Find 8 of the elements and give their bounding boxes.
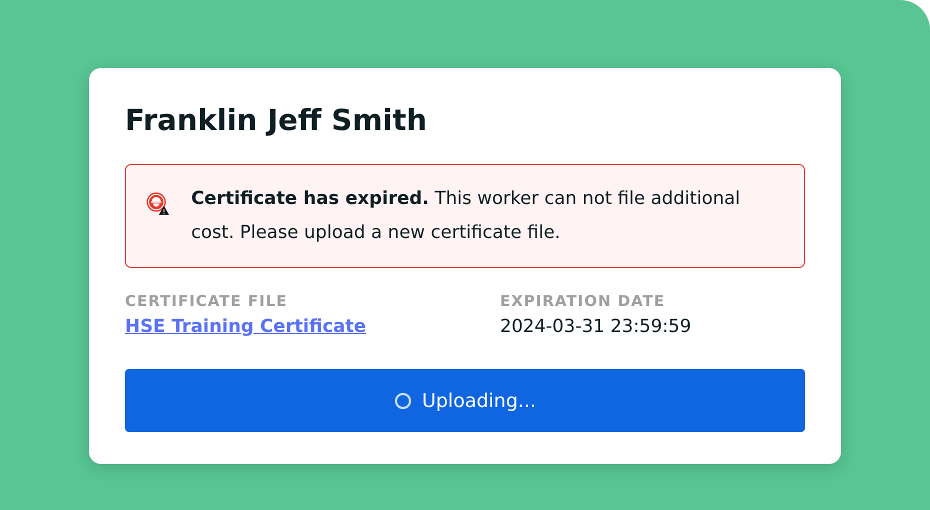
field-label: EXPIRATION DATE: [500, 292, 666, 310]
worker-name: Franklin Jeff Smith: [125, 102, 428, 139]
upload-button[interactable]: Uploading...: [125, 369, 805, 432]
certificate-link[interactable]: HSE Training Certificate: [125, 316, 366, 337]
field-value: 2024-03-31 23:59:59: [500, 316, 692, 337]
field-label: CERTIFICATE FILE: [125, 292, 288, 310]
alert-message: Certificate has expired. This worker can not file additional cost. Please upload a new certificate file.: [191, 187, 742, 245]
spinner-icon: [394, 392, 412, 410]
